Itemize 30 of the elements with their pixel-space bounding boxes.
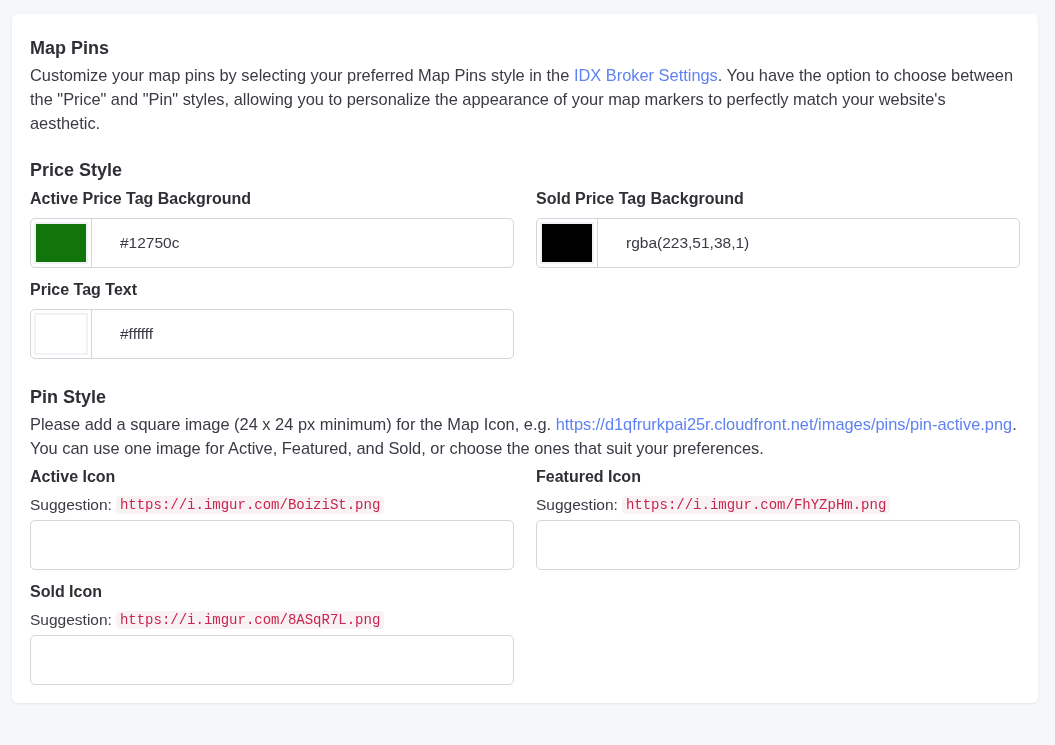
url-input-field[interactable] (30, 635, 514, 685)
suggested-url: https://i.imgur.com/8ASqR7L.png (115, 611, 385, 629)
color-field[interactable]: #ffffff (30, 309, 514, 359)
color-value-field[interactable]: rgba(223,51,38,1) (598, 219, 1019, 267)
field-label: Sold Icon (30, 582, 103, 602)
description-text: Customize your map pins by selecting your preferred Map Pins style in the IDX Broker Settings. You have the option to choose between the "Price" and "Pin" styles, allowing you to personalize the appearance of your map markers to perfectly match your website's aesthetic. (30, 65, 1015, 134)
field-label: Price Tag Text (30, 280, 138, 300)
hint-text: Suggestion: (30, 495, 112, 515)
suggested-url: https://i.imgur.com/BoiziSt.png (115, 496, 385, 514)
subsection-title: Price Style (30, 159, 124, 182)
hint-text: Suggestion: (30, 610, 112, 630)
field-label: Featured Icon (536, 467, 642, 487)
section-title: Map Pins (30, 37, 110, 60)
color-value-field[interactable]: #ffffff (92, 310, 513, 358)
suggested-url: https://i.imgur.com/FhYZpHm.png (621, 496, 891, 514)
subsection-title: Pin Style (30, 386, 108, 409)
description-text: Please add a square image (24 x 24 px minimum) for the Map Icon, e.g. https://d1qfrurkpai25r.cloudfront.net/images/pins/pin-active.png. You can use one image for Active, Featured, and Sold, or choose the ones that suit your preferences. (30, 414, 1018, 459)
color-field[interactable]: rgba(223,51,38,1) (536, 218, 1020, 268)
hint-text: Suggestion: (536, 495, 618, 515)
color-value-field[interactable]: #12750c (92, 219, 513, 267)
settings-link[interactable]: IDX Broker Settings (573, 66, 718, 84)
field-label: Sold Price Tag Background (536, 189, 745, 209)
field-label: Active Price Tag Background (30, 189, 253, 209)
settings-link[interactable]: https://d1qfrurkpai25r.cloudfront.net/images/pins/pin-active.png (555, 415, 1013, 433)
color-field[interactable]: #12750c (30, 218, 514, 268)
color-swatch[interactable] (540, 222, 594, 264)
field-label: Active Icon (30, 467, 117, 487)
color-swatch[interactable] (34, 222, 88, 264)
url-input-field[interactable] (30, 520, 514, 570)
url-input-field[interactable] (536, 520, 1020, 570)
